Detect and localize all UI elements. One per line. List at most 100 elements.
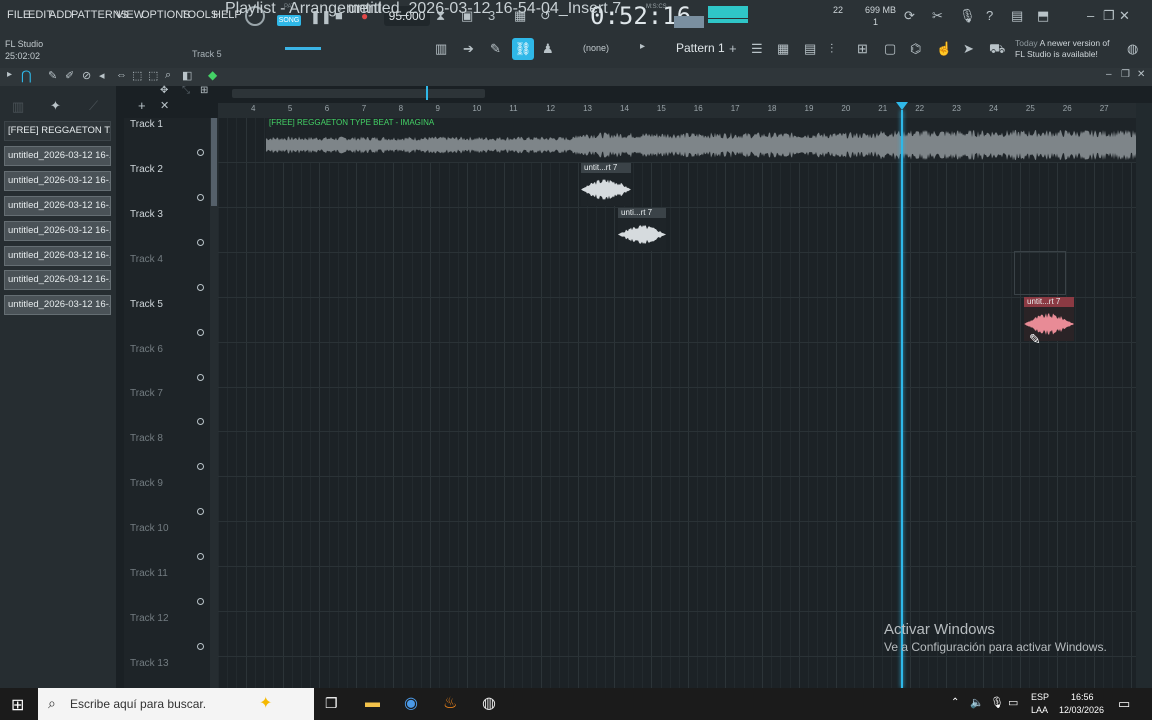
search-highlight-icon[interactable]: ✦ <box>259 693 272 713</box>
playhead-marker-icon[interactable] <box>896 102 908 110</box>
add-pattern-icon[interactable]: + <box>729 41 737 56</box>
browser-filter-icon[interactable]: ▥ <box>12 99 24 115</box>
update-notice[interactable]: Today A newer version of FL Studio is av… <box>1015 38 1119 60</box>
language-code[interactable]: ESP <box>1031 692 1049 702</box>
audio-clip-track3[interactable]: unti...rt 7 <box>618 208 666 251</box>
taskbar-search-input[interactable]: Escribe aquí para buscar. <box>38 688 314 720</box>
track-name[interactable]: Track 4 <box>130 254 163 265</box>
source-item[interactable]: untitled_2026-03-12 16-... <box>4 220 111 241</box>
play-pattern-icon[interactable]: ▸ <box>640 41 645 52</box>
horizontal-scrollbar[interactable] <box>232 89 485 98</box>
clock-date[interactable]: 12/03/2026 <box>1059 705 1104 715</box>
right-scrollbar[interactable] <box>1136 103 1152 688</box>
audio-clip-track2[interactable]: untit...rt 7 <box>581 163 631 206</box>
zoom-horizontal-icon[interactable]: ✥ <box>160 85 168 96</box>
playlist-icon[interactable]: ☰ <box>751 41 763 57</box>
undo-history-icon[interactable]: ⟳ <box>904 8 915 24</box>
source-item[interactable]: untitled_2026-03-12 16-... <box>4 170 111 191</box>
arrangement-grid[interactable] <box>218 118 1136 688</box>
chrome-icon[interactable]: ◉ <box>404 693 418 713</box>
keyboard-layout[interactable]: LAA <box>1031 705 1048 715</box>
fl-studio-taskbar-icon[interactable]: ♨ <box>443 693 457 713</box>
playlist-minimize-icon[interactable]: – <box>1106 69 1112 80</box>
snap-grid-icon[interactable]: ⊞ <box>200 85 208 96</box>
track-mute-button[interactable] <box>197 598 204 605</box>
obs-icon[interactable]: ◍ <box>482 693 496 713</box>
track-mute-button[interactable] <box>197 642 204 650</box>
browser-icon[interactable]: ⊞ <box>857 41 868 57</box>
track-name[interactable]: Track 8 <box>130 433 163 444</box>
track-mute-button[interactable] <box>197 193 204 201</box>
cut-icon[interactable]: ✂ <box>932 8 943 24</box>
cart-icon[interactable]: ⛟ <box>989 41 1005 59</box>
track-mute-button[interactable] <box>197 328 204 336</box>
track-name[interactable]: Track 9 <box>130 478 163 489</box>
track-name[interactable]: Track 7 <box>130 388 163 399</box>
source-item[interactable]: untitled_2026-03-12 16-... <box>4 245 111 266</box>
select-tool-icon[interactable]: ⬚ <box>148 69 158 82</box>
restore-icon[interactable]: ❐ <box>1103 8 1115 24</box>
pattern-selector[interactable]: Pattern 1 <box>676 41 725 55</box>
vertical-scroll-thumb[interactable] <box>211 118 217 206</box>
track-name[interactable]: Track 13 <box>130 658 169 669</box>
folder-icon[interactable]: ▢ <box>884 41 896 57</box>
audio-clip-main[interactable]: [FREE] REGGAETON TYPE BEAT - IMAGINA <box>266 118 1136 162</box>
save-icon[interactable]: ▤ <box>1011 8 1023 24</box>
mute-tool-icon[interactable]: ◂ <box>99 69 105 82</box>
brush-icon[interactable]: ✎ <box>490 41 501 57</box>
task-view-icon[interactable]: ❐ <box>325 695 338 712</box>
snap-selector[interactable]: (none) <box>583 43 609 53</box>
microphone-icon[interactable]: 🎙 <box>990 696 1004 709</box>
playback-tool-icon[interactable]: ◧ <box>182 69 192 82</box>
track-mute-button[interactable] <box>197 149 204 156</box>
close-tracks-icon[interactable]: ✕ <box>160 99 169 112</box>
track-name[interactable]: Track 1 <box>130 119 163 130</box>
track-name[interactable]: Track 5 <box>130 299 163 310</box>
send-icon[interactable]: ➤ <box>963 41 974 57</box>
help-icon[interactable]: ? <box>986 8 993 23</box>
network-icon[interactable]: ▭ <box>1008 696 1018 709</box>
clock-time[interactable]: 16:56 <box>1071 692 1094 702</box>
source-item[interactable]: untitled_2026-03-12 16-... <box>4 195 111 216</box>
track-mute-button[interactable] <box>197 283 204 291</box>
pitch-slider[interactable] <box>285 47 321 50</box>
channel-rack-icon[interactable]: ▦ <box>777 41 789 57</box>
minimize-icon[interactable]: – <box>1087 8 1094 23</box>
speaker-icon[interactable]: 🔈 <box>970 696 984 709</box>
track-mute-button[interactable] <box>197 373 204 381</box>
add-track-icon[interactable]: + <box>138 98 146 113</box>
mixer-icon[interactable]: ⫶ <box>830 41 833 57</box>
export-icon[interactable]: ⬒ <box>1037 8 1049 24</box>
track-name[interactable]: Track 6 <box>130 344 163 355</box>
menu-add[interactable]: ADD <box>49 9 72 21</box>
keyboard-icon[interactable]: ▥ <box>435 41 447 57</box>
browser-audio-icon[interactable]: ✦ <box>50 98 61 114</box>
globe-icon[interactable]: ◍ <box>1127 41 1138 57</box>
menu-file[interactable]: FILE <box>7 9 30 21</box>
source-item-main[interactable]: [FREE] REGGAETON T... <box>4 121 111 141</box>
link-icon[interactable]: ⛓ <box>512 38 534 60</box>
track-name[interactable]: Track 11 <box>130 568 168 579</box>
playlist-menu-icon[interactable]: ▸ <box>7 69 12 80</box>
menu-view[interactable]: VIEW <box>116 9 144 21</box>
timeline-ruler[interactable] <box>218 103 1136 118</box>
zoom-tool-icon[interactable]: ⌕ <box>165 69 171 82</box>
plugin-icon[interactable]: ⌬ <box>910 41 921 57</box>
delete-tool-icon[interactable]: ⊘ <box>82 69 91 82</box>
notification-icon[interactable]: ▭ <box>1118 696 1130 712</box>
playhead[interactable] <box>901 110 903 688</box>
arrow-icon[interactable]: ➔ <box>463 41 474 57</box>
mic-icon[interactable]: 🎙 <box>959 8 976 24</box>
track-name[interactable]: Track 3 <box>130 209 163 220</box>
source-item[interactable]: untitled_2026-03-12 16-... <box>4 145 111 166</box>
file-explorer-icon[interactable]: ▬ <box>365 694 380 711</box>
close-icon[interactable]: ✕ <box>1119 8 1130 24</box>
zoom-fit-icon[interactable]: ⤡ <box>182 85 190 96</box>
source-item[interactable]: untitled_2026-03-12 16-... <box>4 270 111 291</box>
slip-tool-icon[interactable]: ⇔ <box>116 69 127 81</box>
magnet-icon[interactable]: ⋂ <box>21 68 32 84</box>
playlist-close-icon[interactable]: ✕ <box>1137 69 1145 80</box>
paint-tool-icon[interactable]: ✐ <box>65 69 74 82</box>
piano-roll-icon[interactable]: ▤ <box>804 41 816 57</box>
playlist-restore-icon[interactable]: ❐ <box>1121 69 1130 80</box>
